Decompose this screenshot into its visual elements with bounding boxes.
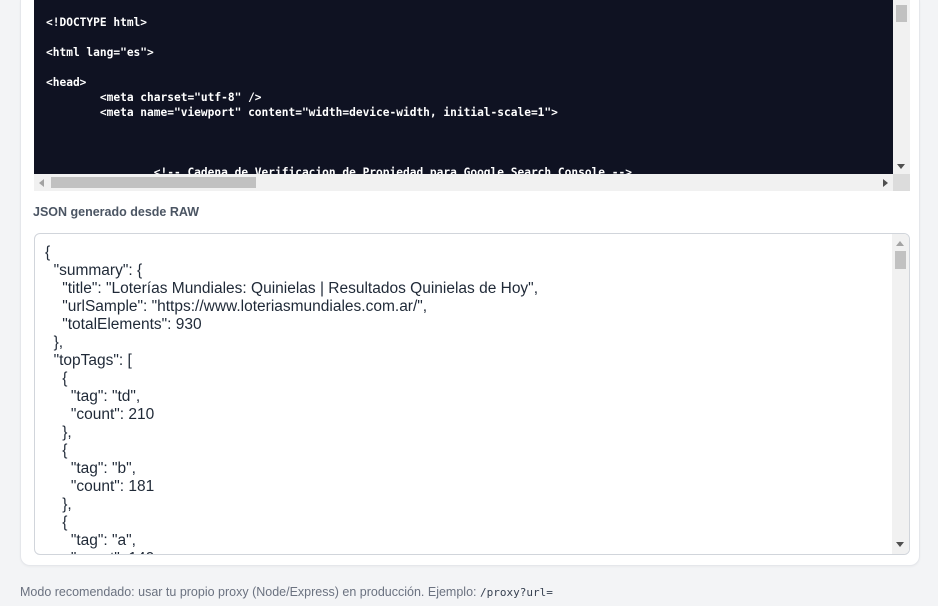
json-output-content[interactable]: { "summary": { "title": "Loterías Mundia… xyxy=(45,244,890,554)
raw-code-line: <meta name="viewport" content="width=dev… xyxy=(46,106,558,119)
raw-code-line xyxy=(46,120,893,135)
json-code-line: "totalElements": 930 xyxy=(45,316,202,333)
json-code-line: "tag": "b", xyxy=(45,460,136,477)
raw-code-line: <!DOCTYPE html> xyxy=(46,16,148,29)
raw-code-line xyxy=(46,60,893,75)
raw-code-line: <html lang="es"> xyxy=(46,46,154,59)
raw-code-line: <!-- Cadena de Verificacion de Propiedad… xyxy=(46,166,632,174)
json-code-line: "summary": { xyxy=(45,262,143,279)
json-code-line: }, xyxy=(45,496,72,513)
json-code-line: "title": "Loterías Mundiales: Quinielas … xyxy=(45,280,538,297)
raw-code-line xyxy=(46,135,893,150)
footer-code: /proxy?url= xyxy=(479,586,553,599)
raw-horizontal-scroll-thumb[interactable] xyxy=(51,177,256,188)
raw-vertical-scrollbar[interactable] xyxy=(893,0,910,174)
raw-code-line: <head> xyxy=(46,76,87,89)
footer-text: Modo recomendado: usar tu propio proxy (… xyxy=(20,585,480,599)
json-code-line: "count": 140 xyxy=(45,550,890,554)
json-vertical-scroll-thumb[interactable] xyxy=(895,251,906,269)
json-code-line: }, xyxy=(45,334,64,351)
raw-html-panel[interactable]: <!DOCTYPE html> <html lang="es"> <head> <m… xyxy=(34,0,910,191)
raw-code-line: <meta charset="utf-8" /> xyxy=(46,91,262,104)
json-code-line: "urlSample": "https://www.loteriasmundia… xyxy=(45,298,428,315)
raw-vertical-scroll-thumb[interactable] xyxy=(896,5,907,22)
raw-code-line xyxy=(46,150,893,165)
json-code-line: { xyxy=(45,370,68,387)
json-code-line: "tag": "a", xyxy=(45,532,136,549)
json-code-line: { xyxy=(45,442,68,459)
json-output-textarea[interactable]: { "summary": { "title": "Loterías Mundia… xyxy=(34,233,910,555)
footer-note: Modo recomendado: usar tu propio proxy (… xyxy=(20,585,553,599)
scroll-right-arrow-icon[interactable] xyxy=(883,179,888,187)
json-code-line: "topTags": [ xyxy=(45,352,132,369)
scrollbar-corner xyxy=(893,174,910,191)
json-code-line: "count": 210 xyxy=(45,406,155,423)
json-code-line: }, xyxy=(45,424,72,441)
scroll-down-arrow-icon[interactable] xyxy=(897,164,905,169)
json-code-line: "tag": "td", xyxy=(45,388,141,405)
raw-code-line xyxy=(46,30,893,45)
json-code-line: { xyxy=(45,244,51,261)
scroll-left-arrow-icon[interactable] xyxy=(39,179,44,187)
json-section-label: JSON generado desde RAW xyxy=(33,205,200,219)
raw-horizontal-scrollbar[interactable] xyxy=(34,174,893,191)
scroll-down-arrow-icon[interactable] xyxy=(896,542,904,547)
json-code-line: { xyxy=(45,514,68,531)
json-vertical-scrollbar[interactable] xyxy=(892,234,909,554)
results-card: <!DOCTYPE html> <html lang="es"> <head> <m… xyxy=(20,0,920,566)
json-code-line: "count": 181 xyxy=(45,478,155,495)
scroll-up-arrow-icon[interactable] xyxy=(896,241,904,246)
raw-html-code[interactable]: <!DOCTYPE html> <html lang="es"> <head> <m… xyxy=(34,0,893,174)
